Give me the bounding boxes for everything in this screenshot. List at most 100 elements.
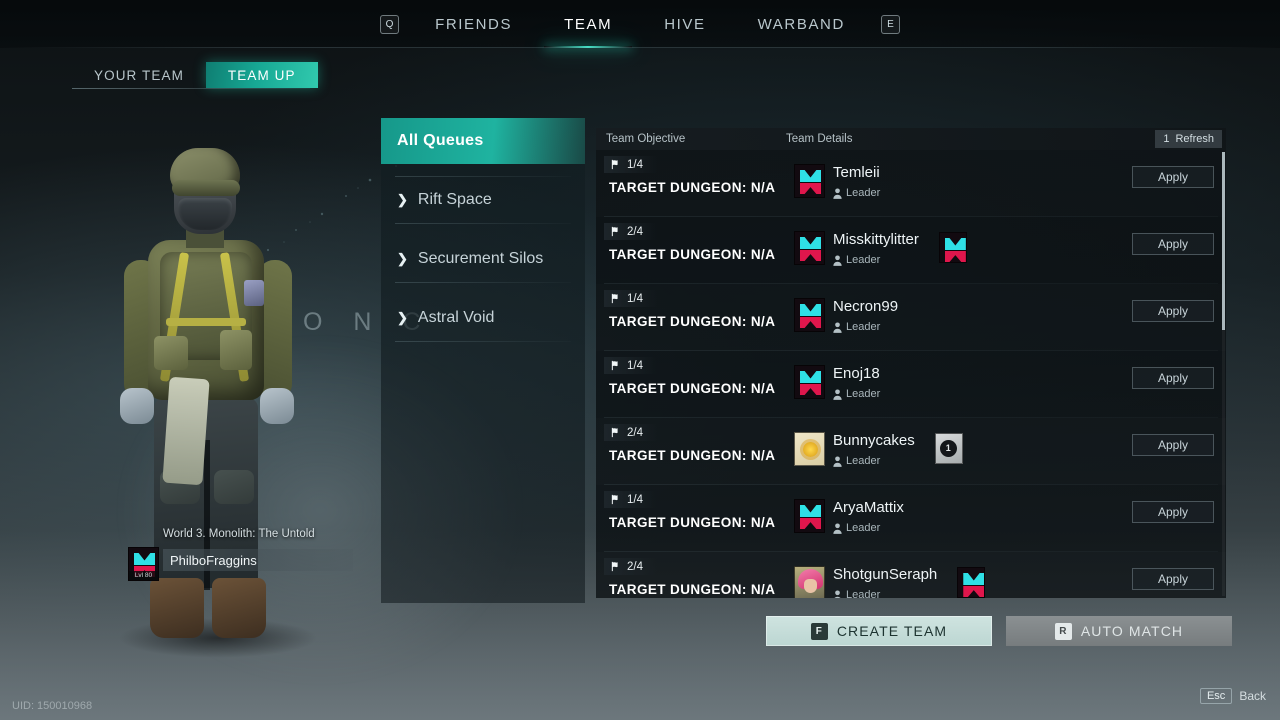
queue-item-label: Securement Silos <box>417 250 544 267</box>
person-icon <box>833 254 842 266</box>
emblem-avatar <box>794 298 825 332</box>
listing-scrollbar[interactable] <box>1222 152 1225 596</box>
queue-item-securement-silos[interactable]: ❯ Securement Silos <box>381 236 585 282</box>
flag-icon <box>611 360 618 371</box>
leader-role: Leader <box>833 455 915 467</box>
create-team-button[interactable]: F CREATE TEAM <box>766 616 992 646</box>
team-members: Temleii Leader <box>794 164 880 199</box>
player-level-badge: Lvl 80 <box>129 571 158 580</box>
emblem-avatar <box>957 567 986 598</box>
flag-icon <box>611 159 618 170</box>
apply-button[interactable]: Apply <box>1132 233 1214 255</box>
team-size-count: 1/4 <box>627 292 643 305</box>
leader-role: Leader <box>833 388 880 400</box>
column-header-details: Team Details <box>786 133 853 145</box>
leader-name: Bunnycakes <box>833 432 915 449</box>
leader-name: Enoj18 <box>833 365 880 382</box>
listing-scrollbar-thumb[interactable] <box>1222 152 1225 330</box>
leader-name: AryaMattix <box>833 499 904 516</box>
apply-button[interactable]: Apply <box>1132 166 1214 188</box>
leader-role-label: Leader <box>846 321 881 333</box>
table-row[interactable]: 1/4 TARGET DUNGEON: N/A Temleii Leader Apply <box>596 150 1226 217</box>
coin-avatar: 1 <box>934 433 963 464</box>
auto-match-button[interactable]: R AUTO MATCH <box>1006 616 1232 646</box>
emblem-avatar <box>938 232 967 263</box>
team-listing-panel: Team Objective Team Details 1 Refresh 1/… <box>596 128 1226 598</box>
leader-role: Leader <box>833 321 898 333</box>
leader-role: Leader <box>833 254 919 266</box>
team-size-chip: 1/4 <box>604 290 657 307</box>
person-icon <box>833 321 842 333</box>
table-row[interactable]: 1/4 TARGET DUNGEON: N/A Enoj18 Leader Apply <box>596 351 1226 418</box>
person-icon <box>833 522 842 534</box>
queue-item-all-queues[interactable]: All Queues <box>381 118 585 164</box>
apply-button[interactable]: Apply <box>1132 300 1214 322</box>
chevron-right-icon: ❯ <box>397 251 408 266</box>
team-objective: TARGET DUNGEON: N/A <box>609 381 776 396</box>
leader-role-label: Leader <box>846 187 881 199</box>
team-members: Bunnycakes Leader 1 <box>794 432 963 467</box>
team-objective: TARGET DUNGEON: N/A <box>609 314 776 329</box>
refresh-count: 1 <box>1163 133 1170 145</box>
team-size-chip: 1/4 <box>604 491 657 508</box>
leader-role-label: Leader <box>846 589 881 598</box>
apply-button[interactable]: Apply <box>1132 434 1214 456</box>
player-character-model <box>108 140 338 680</box>
team-members: Necron99 Leader <box>794 298 898 333</box>
subtab-team-up[interactable]: TEAM UP <box>205 62 318 88</box>
team-size-chip: 2/4 <box>604 223 657 240</box>
queue-item-astral-void[interactable]: ❯ Astral Void <box>381 295 585 341</box>
table-row[interactable]: 2/4 TARGET DUNGEON: N/A Misskittylitter Lea… <box>596 217 1226 284</box>
create-team-label: CREATE TEAM <box>836 623 948 639</box>
table-row[interactable]: 2/4 TARGET DUNGEON: N/A ShotgunSeraph Leade… <box>596 552 1226 598</box>
top-navigation-bar: Q FRIENDS TEAM HIVE WARBAND E <box>0 0 1280 48</box>
footer-action-buttons: F CREATE TEAM R AUTO MATCH <box>766 616 1232 646</box>
queue-divider <box>395 341 571 342</box>
team-leader: Necron99 Leader <box>794 298 898 333</box>
player-avatar: Lvl 80 <box>128 547 159 581</box>
flag-icon <box>611 494 618 505</box>
back-hint[interactable]: Esc Back <box>1199 688 1266 704</box>
tab-friends[interactable]: FRIENDS <box>409 0 538 48</box>
queue-item-label: Rift Space <box>417 191 492 208</box>
team-leader: Bunnycakes Leader <box>794 432 915 467</box>
team-size-count: 2/4 <box>627 560 643 573</box>
team-leader: Temleii Leader <box>794 164 880 199</box>
apply-button[interactable]: Apply <box>1132 501 1214 523</box>
table-row[interactable]: 2/4 TARGET DUNGEON: N/A Bunnycakes Leader 1 A… <box>596 418 1226 485</box>
uid-text: UID: 150010968 <box>12 700 93 712</box>
subtab-your-team[interactable]: YOUR TEAM <box>72 62 206 88</box>
next-tab-key-badge[interactable]: E <box>880 14 900 34</box>
team-leader: AryaMattix Leader <box>794 499 904 534</box>
emblem-avatar <box>794 164 825 198</box>
back-label: Back <box>1239 689 1266 703</box>
team-members: Misskittylitter Leader <box>794 231 967 266</box>
team-listing-rows[interactable]: 1/4 TARGET DUNGEON: N/A Temleii Leader Apply… <box>596 150 1226 598</box>
leader-role: Leader <box>833 589 937 598</box>
girl-avatar <box>794 566 825 598</box>
tab-warband[interactable]: WARBAND <box>732 0 871 48</box>
refresh-button[interactable]: 1 Refresh <box>1155 130 1222 148</box>
apply-button[interactable]: Apply <box>1132 367 1214 389</box>
table-row[interactable]: 1/4 TARGET DUNGEON: N/A Necron99 Leader Appl… <box>596 284 1226 351</box>
chevron-right-icon: ❯ <box>397 310 408 325</box>
team-size-count: 1/4 <box>627 359 643 372</box>
auto-match-label: AUTO MATCH <box>1080 623 1184 639</box>
team-size-chip: 2/4 <box>604 558 657 575</box>
leader-role-label: Leader <box>846 522 881 534</box>
queue-item-label: Astral Void <box>417 309 495 326</box>
prev-tab-key-badge[interactable]: Q <box>380 14 400 34</box>
listing-header: Team Objective Team Details 1 Refresh <box>596 128 1226 150</box>
top-nav-divider <box>0 47 1280 48</box>
tab-hive[interactable]: HIVE <box>638 0 731 48</box>
table-row[interactable]: 1/4 TARGET DUNGEON: N/A AryaMattix Leader Ap… <box>596 485 1226 552</box>
apply-button[interactable]: Apply <box>1132 568 1214 590</box>
create-team-key-badge: F <box>810 622 828 640</box>
tab-team[interactable]: TEAM <box>538 0 638 48</box>
person-icon <box>833 388 842 400</box>
queue-item-rift-space[interactable]: ❯ Rift Space <box>381 177 585 223</box>
emblem-avatar <box>794 499 825 533</box>
team-objective: TARGET DUNGEON: N/A <box>609 180 776 195</box>
team-size-chip: 1/4 <box>604 156 657 173</box>
person-icon <box>834 589 841 598</box>
